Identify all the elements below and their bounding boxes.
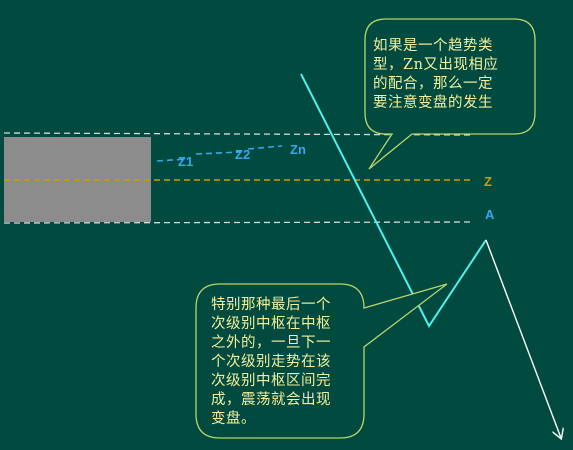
top-callout-line: 型，Zn又出现相应 [373, 57, 499, 73]
bottom-callout-line: 之外的，一旦下一 [211, 335, 331, 351]
z2-label: Z2 [235, 147, 250, 162]
top-callout-line: 要注意变盘的发生 [373, 95, 493, 111]
level-z-label: Z [484, 174, 492, 189]
top-callout-line: 如果是一个趋势类 [373, 38, 493, 54]
bottom-callout-line: 成，震荡就会出现 [211, 392, 331, 408]
bottom-callout-text: 特别那种最后一个 次级别中枢在中枢 之外的，一旦下一 个次级别走势在该 次级别中… [211, 296, 361, 429]
level-a-label: A [485, 207, 495, 222]
zn-label: Zn [290, 142, 306, 157]
bottom-callout-line: 个次级别走势在该 [211, 354, 331, 370]
top-callout-line: 的配合，那么一定 [373, 76, 493, 92]
central-pivot-diagram: Z1 Z2 Zn B Z A 如果是一个趋势类 型，Zn又出现相应 的配合，那么… [0, 0, 573, 450]
bottom-callout-line: 特别那种最后一个 [211, 297, 331, 313]
bottom-callout-line: 次级别中枢区间完 [211, 373, 331, 389]
bottom-callout-line: 次级别中枢在中枢 [211, 316, 331, 332]
top-callout-text: 如果是一个趋势类 型，Zn又出现相应 的配合，那么一定 要注意变盘的发生 [373, 37, 531, 113]
z1-label: Z1 [178, 154, 193, 169]
bottom-callout-line: 变盘。 [211, 411, 256, 427]
